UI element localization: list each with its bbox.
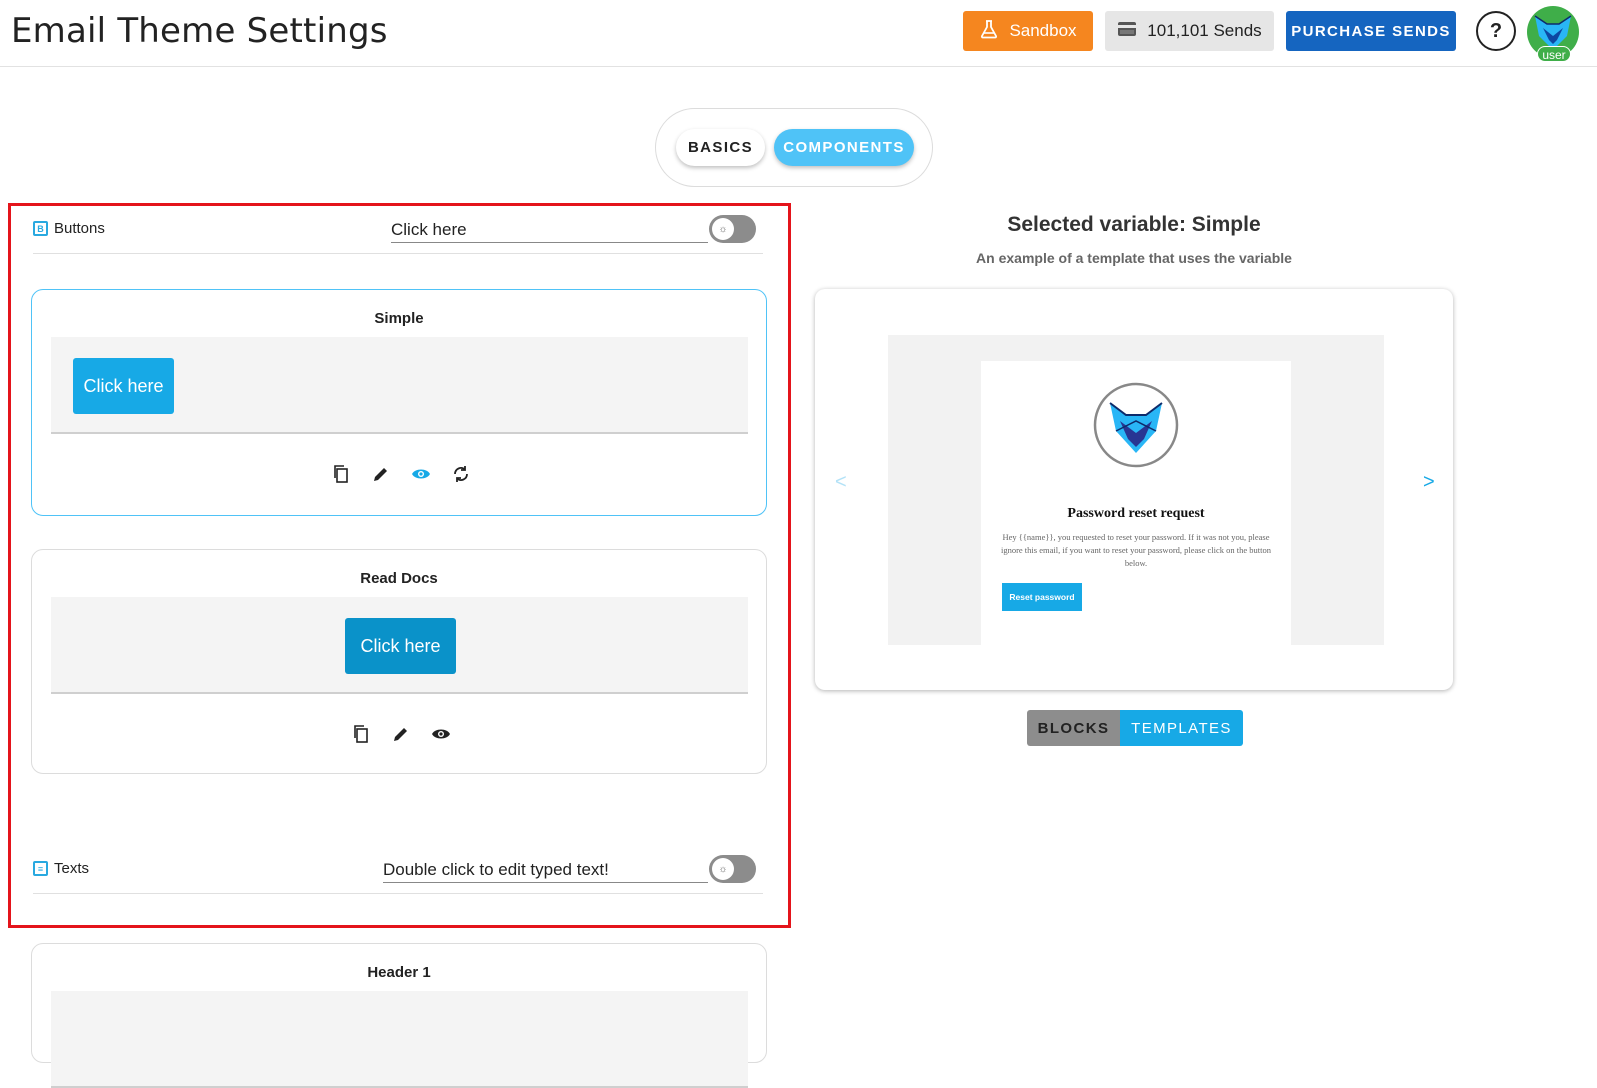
- edit-icon[interactable]: [369, 462, 392, 485]
- next-template-button[interactable]: >: [1423, 471, 1435, 494]
- card-title: Read Docs: [360, 570, 438, 587]
- copy-icon[interactable]: [329, 462, 352, 485]
- sandbox-label: Sandbox: [1009, 21, 1077, 40]
- selected-variable-subtitle: An example of a template that uses the v…: [976, 250, 1292, 266]
- eye-icon[interactable]: [429, 722, 452, 745]
- eye-icon[interactable]: [409, 462, 432, 485]
- sandbox-button[interactable]: Sandbox: [963, 11, 1093, 51]
- card-preview: [51, 991, 748, 1088]
- tab-blocks[interactable]: BLOCKS: [1027, 710, 1120, 746]
- text-icon: ≡: [33, 861, 48, 876]
- flask-icon: [979, 19, 999, 44]
- prev-template-button[interactable]: <: [835, 471, 847, 494]
- buttons-text-input[interactable]: [391, 217, 708, 243]
- refresh-icon[interactable]: [449, 462, 472, 485]
- edit-icon[interactable]: [389, 722, 412, 745]
- texts-label: Texts: [54, 860, 90, 877]
- button-card-read-docs[interactable]: Read Docs Click here: [31, 549, 767, 774]
- email-preview: Password reset request Hey {{name}}, you…: [888, 335, 1384, 645]
- preview-button[interactable]: Click here: [345, 618, 456, 674]
- avatar-badge: user: [1537, 46, 1571, 62]
- card-actions: [329, 462, 472, 486]
- selected-variable-title: Selected variable: Simple: [1007, 213, 1261, 236]
- sends-count: 101,101 Sends: [1147, 21, 1262, 40]
- buttons-section-label: B Buttons: [33, 220, 105, 237]
- fox-logo-icon: [1092, 381, 1180, 474]
- template-preview-panel: < Password reset request Hey {{name}}, y…: [815, 289, 1453, 690]
- texts-text-input[interactable]: [383, 857, 708, 883]
- card-title: Simple: [374, 310, 424, 327]
- preview-tabs: BLOCKS TEMPLATES: [1027, 710, 1243, 746]
- brightness-icon: ☼: [712, 218, 734, 240]
- card-title: Header 1: [367, 964, 431, 981]
- tab-templates[interactable]: TEMPLATES: [1120, 710, 1243, 746]
- button-card-simple[interactable]: Simple Click here: [31, 289, 767, 516]
- card-actions: [349, 722, 452, 746]
- copy-icon[interactable]: [349, 722, 372, 745]
- texts-theme-switch[interactable]: ☼: [709, 855, 756, 883]
- buttons-label: Buttons: [54, 220, 105, 237]
- sends-counter[interactable]: 101,101 Sends: [1105, 11, 1274, 51]
- page-title: Email Theme Settings: [11, 11, 388, 51]
- texts-section-header: ≡ Texts ☼: [33, 846, 763, 894]
- email-heading: Password reset request: [1067, 506, 1205, 521]
- card-preview: Click here: [51, 597, 748, 694]
- texts-section-label: ≡ Texts: [33, 860, 89, 877]
- email-body-text: Hey {{name}}, you requested to reset you…: [1000, 532, 1272, 568]
- help-button[interactable]: ?: [1476, 11, 1516, 51]
- reset-password-button[interactable]: Reset password: [1002, 583, 1082, 611]
- avatar[interactable]: user: [1527, 6, 1579, 62]
- email-body-container: Password reset request Hey {{name}}, you…: [981, 361, 1291, 645]
- tab-basics[interactable]: BASICS: [676, 129, 765, 166]
- mode-toggle: BASICS COMPONENTS: [655, 108, 933, 187]
- purchase-sends-button[interactable]: PURCHASE SENDS: [1286, 11, 1456, 51]
- bold-icon: B: [33, 221, 48, 236]
- buttons-section-header: B Buttons ☼: [33, 206, 763, 254]
- buttons-theme-switch[interactable]: ☼: [709, 215, 756, 243]
- text-card-header-1[interactable]: Header 1: [31, 943, 767, 1088]
- preview-button[interactable]: Click here: [73, 358, 174, 414]
- top-bar: Email Theme Settings Sandbox 101,101 Sen…: [0, 0, 1597, 67]
- brightness-icon: ☼: [712, 858, 734, 880]
- card-preview: Click here: [51, 337, 748, 434]
- credit-card-icon: [1117, 21, 1137, 42]
- tab-components[interactable]: COMPONENTS: [774, 129, 914, 166]
